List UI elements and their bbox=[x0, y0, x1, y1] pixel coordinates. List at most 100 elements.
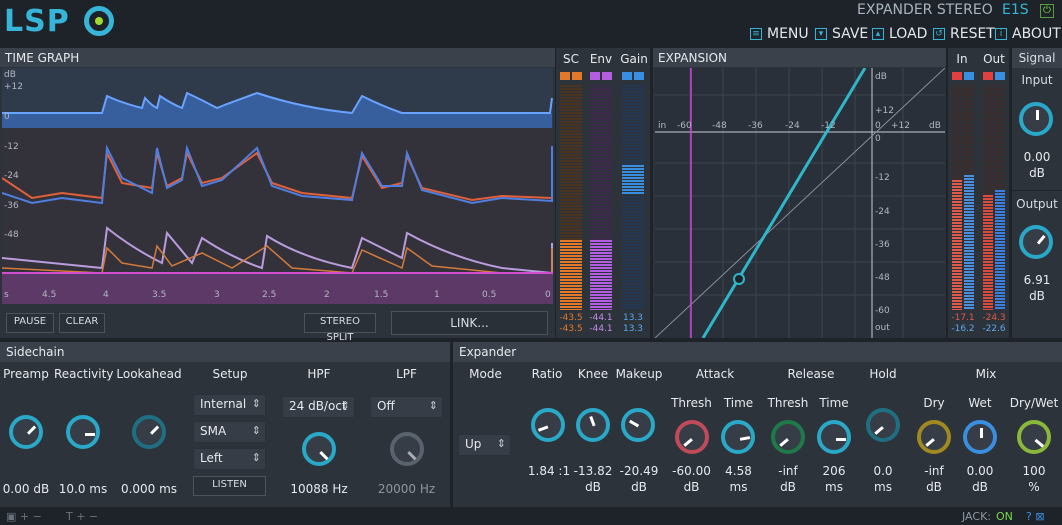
hpf-label: HPF bbox=[277, 363, 361, 385]
reactivity-value: 10.0 ms bbox=[58, 482, 108, 496]
sc-value-right: -43.5 bbox=[559, 324, 583, 334]
mode-label: Mode bbox=[454, 363, 517, 385]
attack-thresh-value: -60.00 bbox=[672, 464, 711, 478]
attack-time-knob[interactable] bbox=[721, 420, 755, 454]
gain-value-left: 13.3 bbox=[622, 313, 644, 323]
knee-knob[interactable] bbox=[576, 408, 610, 442]
mix-drywet-label: Dry/Wet bbox=[1009, 396, 1059, 410]
env-meter-fill bbox=[590, 240, 612, 310]
expansion-x-label: -36 bbox=[748, 121, 763, 131]
out-meter-right-fill bbox=[995, 190, 1005, 310]
lpf-slope-select[interactable]: Off bbox=[370, 396, 443, 418]
plugin-variant: E1S bbox=[1002, 2, 1029, 18]
hold-knob[interactable] bbox=[866, 408, 900, 442]
about-icon: i bbox=[995, 28, 1007, 40]
link-button[interactable]: LINK... bbox=[391, 311, 548, 335]
in-meter bbox=[952, 85, 974, 310]
preamp-value: 0.00 dB bbox=[2, 482, 50, 496]
stereo-split-button[interactable]: STEREO SPLIT bbox=[304, 313, 376, 343]
expansion-x-label: -60 bbox=[677, 121, 692, 131]
expansion-x-label: -48 bbox=[712, 121, 727, 131]
lsp-gear-icon bbox=[84, 6, 114, 36]
graph-y-label: -24 bbox=[4, 171, 19, 181]
release-time-unit: ms bbox=[825, 480, 843, 494]
release-time-value: 206 bbox=[822, 464, 846, 478]
ratio-knob[interactable] bbox=[531, 408, 565, 442]
lpf-knob[interactable] bbox=[390, 432, 424, 466]
graph-y-label: -12 bbox=[4, 142, 19, 152]
font-scale-icon[interactable]: T + − bbox=[66, 510, 98, 523]
reset-button[interactable]: ↺ RESET bbox=[933, 24, 995, 44]
load-button[interactable]: ▴ LOAD bbox=[872, 24, 927, 44]
input-knob[interactable] bbox=[1019, 102, 1053, 136]
input-unit: dB bbox=[1029, 166, 1045, 180]
expansion-x-label: -12 bbox=[821, 121, 836, 131]
in-value-left: -17.1 bbox=[951, 313, 975, 323]
attack-time-unit: ms bbox=[729, 480, 748, 494]
mix-wet-label: Wet bbox=[968, 396, 992, 410]
expansion-y-label: -24 bbox=[875, 207, 890, 217]
menu-icon: ≡ bbox=[750, 28, 762, 40]
dry-knob[interactable] bbox=[917, 420, 951, 454]
gain-channel-indicator bbox=[622, 72, 644, 80]
sidechain-title: Sidechain bbox=[0, 342, 450, 362]
lookahead-knob[interactable] bbox=[132, 415, 166, 449]
pause-button[interactable]: PAUSE bbox=[6, 313, 54, 333]
out-meter-left-fill bbox=[983, 195, 993, 310]
expansion-y-label: dB bbox=[875, 72, 887, 82]
clear-button[interactable]: CLEAR bbox=[59, 313, 105, 333]
save-button[interactable]: ▾ SAVE bbox=[815, 24, 868, 44]
sidechain-source-select[interactable]: Internal bbox=[193, 394, 266, 416]
graph-x-label: 3.5 bbox=[152, 290, 167, 300]
status-bar: ▣ + − T + − JACK: ON ? ⊠ bbox=[0, 507, 1062, 525]
expansion-title: EXPANSION bbox=[653, 48, 946, 67]
preamp-knob[interactable] bbox=[9, 415, 43, 449]
expansion-y-label: -36 bbox=[875, 240, 890, 250]
about-button[interactable]: i ABOUT bbox=[995, 24, 1061, 44]
expander-mode-select[interactable]: Up bbox=[458, 434, 511, 456]
output-knob[interactable] bbox=[1019, 225, 1053, 259]
load-icon: ▴ bbox=[872, 28, 884, 40]
graph-x-label: 2.5 bbox=[262, 290, 277, 300]
makeup-knob[interactable] bbox=[621, 408, 655, 442]
graph-x-label: s bbox=[4, 290, 9, 300]
graph-x-label: 4 bbox=[103, 290, 109, 300]
release-thresh-knob[interactable] bbox=[771, 420, 805, 454]
resize-icon[interactable]: ▣ + − bbox=[6, 510, 42, 523]
release-time-knob[interactable] bbox=[817, 420, 851, 454]
power-icon[interactable]: ⏻ bbox=[1040, 4, 1054, 18]
expansion-graph: in -60 -48 -36 -24 -12 0 +12 dB dB +12 0… bbox=[654, 67, 946, 339]
knee-label: Knee bbox=[572, 363, 614, 385]
menu-button[interactable]: ≡ MENU bbox=[750, 24, 809, 44]
ratio-label: Ratio bbox=[522, 363, 572, 385]
wet-knob[interactable] bbox=[963, 420, 997, 454]
expansion-x-label: 0 bbox=[875, 121, 881, 131]
in-value-right: -16.2 bbox=[951, 324, 975, 334]
output-label: Output bbox=[1016, 197, 1058, 211]
gain-meter-fill bbox=[622, 165, 644, 195]
output-unit: dB bbox=[1029, 289, 1045, 303]
time-graph-title: TIME GRAPH bbox=[0, 48, 555, 67]
sidechain-channel-select[interactable]: Left bbox=[193, 448, 266, 470]
help-icon[interactable]: ? ⊠ bbox=[1026, 510, 1045, 523]
in-channel-indicator bbox=[952, 72, 974, 80]
graph-y-label: -48 bbox=[4, 230, 19, 240]
expansion-y-label: -48 bbox=[875, 273, 890, 283]
preamp-label: Preamp bbox=[0, 363, 52, 385]
sc-channel-indicator bbox=[560, 72, 582, 80]
drywet-knob[interactable] bbox=[1017, 420, 1051, 454]
out-meter-label: Out bbox=[983, 52, 1005, 66]
hpf-slope-select[interactable]: 24 dB/oct bbox=[282, 396, 355, 418]
attack-thresh-knob[interactable] bbox=[675, 420, 709, 454]
reactivity-knob[interactable] bbox=[66, 415, 100, 449]
hold-value: 0.0 bbox=[873, 464, 893, 478]
listen-button[interactable]: LISTEN bbox=[193, 476, 266, 496]
knee-value: -13.82 bbox=[573, 464, 613, 478]
makeup-unit: dB bbox=[631, 480, 647, 494]
hpf-knob[interactable] bbox=[302, 432, 336, 466]
time-graph-plot bbox=[2, 68, 553, 304]
mix-dry-label: Dry bbox=[923, 396, 945, 410]
sc-meter-label: SC bbox=[563, 52, 579, 66]
sidechain-mode-select[interactable]: SMA bbox=[193, 421, 266, 443]
graph-x-label: 3 bbox=[214, 290, 220, 300]
